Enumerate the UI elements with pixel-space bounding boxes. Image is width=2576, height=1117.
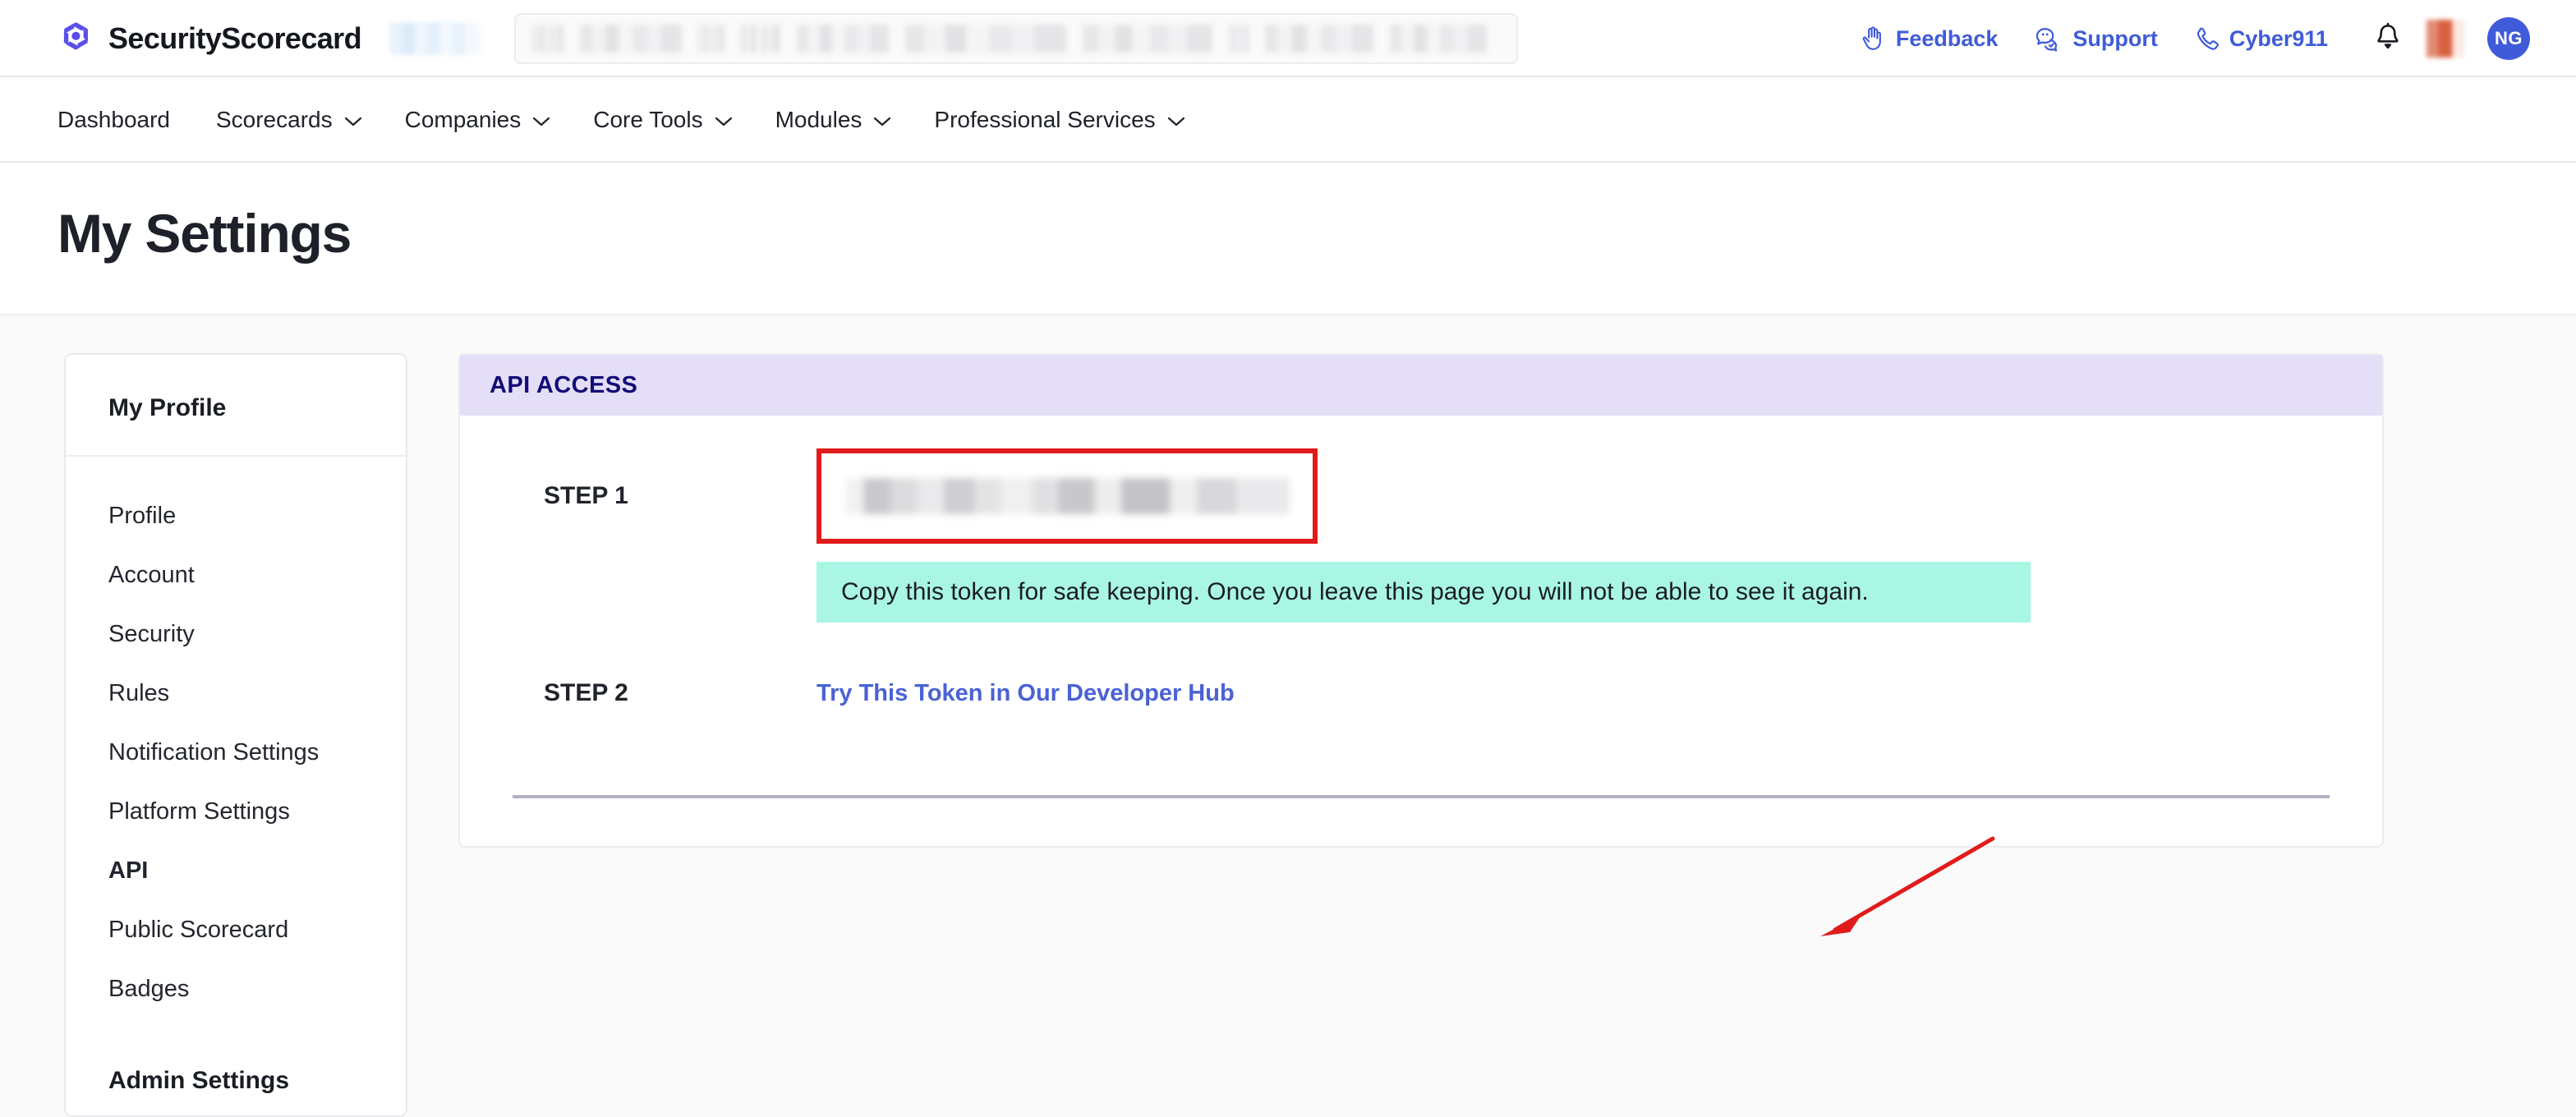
search-redacted-segment <box>579 25 682 53</box>
chevron-down-icon <box>873 107 891 133</box>
sidebar-group-label: Admin Settings <box>108 1067 290 1094</box>
sidebar-heading: My Profile <box>108 394 227 421</box>
header-actions: Feedback Support Cyber911 NG <box>1842 17 2530 60</box>
step-2-field: Try This Token in Our Developer Hub <box>816 680 2382 707</box>
sidebar-item-account[interactable]: Account <box>66 545 406 604</box>
sidebar-group-admin-settings[interactable]: Admin Settings <box>66 1051 406 1110</box>
sidebar-item-label: Public Scorecard <box>108 916 289 943</box>
nav-item-dashboard[interactable]: Dashboard <box>58 77 195 163</box>
page-header: My Settings <box>0 163 2576 315</box>
support-button[interactable]: Support <box>2016 25 2175 52</box>
sidebar-menu: Profile Account Security Rules Notificat… <box>66 457 406 1110</box>
api-access-body: STEP 1 Copy this token for safe keeping.… <box>460 416 2382 846</box>
step-2-label: STEP 2 <box>544 679 628 706</box>
sidebar-header: My Profile <box>66 355 406 457</box>
sidebar-item-profile[interactable]: Profile <box>66 486 406 545</box>
nav-item-professional-services[interactable]: Professional Services <box>913 77 1206 163</box>
sidebar-item-platform-settings[interactable]: Platform Settings <box>66 782 406 841</box>
chevron-down-icon <box>344 107 362 133</box>
main-navigation: Dashboard Scorecards Companies Core Tool… <box>0 77 2576 163</box>
nav-item-modules[interactable]: Modules <box>754 77 913 163</box>
step-2-row: STEP 2 Try This Token in Our Developer H… <box>460 654 2382 733</box>
token-warning-text: Copy this token for safe keeping. Once y… <box>841 578 1869 605</box>
cyber911-button[interactable]: Cyber911 <box>2176 25 2346 52</box>
nav-item-label: Dashboard <box>58 107 170 132</box>
sidebar-item-badges[interactable]: Badges <box>66 959 406 1018</box>
search-redacted-segment <box>904 25 1066 53</box>
sidebar-item-label: Account <box>108 561 195 588</box>
sidebar-item-security[interactable]: Security <box>66 604 406 664</box>
securityscorecard-logo-icon <box>58 20 95 57</box>
sidebar-item-label: Profile <box>108 502 177 529</box>
top-header-bar: SecurityScorecard Feedback Support Cyber… <box>0 0 2576 77</box>
hand-raised-icon <box>1861 25 1885 52</box>
token-warning-callout: Copy this token for safe keeping. Once y… <box>816 562 2031 623</box>
nav-item-scorecards[interactable]: Scorecards <box>195 77 384 163</box>
chevron-down-icon <box>532 107 550 133</box>
sidebar-item-label: Security <box>108 620 195 647</box>
page-content: My Profile Profile Account Security Rule… <box>0 315 2576 1117</box>
settings-sidebar: My Profile Profile Account Security Rule… <box>64 353 407 1117</box>
avatar[interactable]: NG <box>2487 17 2530 60</box>
phone-icon <box>2194 25 2219 52</box>
api-token-highlight-box[interactable] <box>816 448 1318 544</box>
status-badge-redacted <box>2426 20 2464 57</box>
sidebar-item-label: Platform Settings <box>108 798 290 825</box>
search-redacted-segment <box>796 25 889 53</box>
search-redacted-segment <box>1264 25 1373 53</box>
sidebar-item-label: API <box>108 857 149 884</box>
api-access-title: API ACCESS <box>490 371 638 398</box>
nav-item-label: Modules <box>775 107 862 132</box>
api-access-card-header: API ACCESS <box>460 355 2382 416</box>
api-access-card: API ACCESS STEP 1 Copy this token for sa… <box>458 353 2384 936</box>
sidebar-item-rules[interactable]: Rules <box>66 664 406 723</box>
chevron-down-icon <box>1167 107 1185 133</box>
card-footer-space <box>460 798 2382 846</box>
sidebar-item-label: Badges <box>108 975 190 1002</box>
search-redacted-segment <box>531 25 564 53</box>
search-redacted-segment <box>697 25 724 53</box>
bell-icon <box>2374 22 2402 56</box>
feedback-button[interactable]: Feedback <box>1842 25 2017 52</box>
notifications-button[interactable] <box>2346 22 2418 56</box>
search-redacted-segment <box>1228 25 1249 53</box>
sidebar-item-label: Notification Settings <box>108 738 320 765</box>
sidebar-item-notification-settings[interactable]: Notification Settings <box>66 723 406 782</box>
developer-hub-link[interactable]: Try This Token in Our Developer Hub <box>816 680 1235 706</box>
red-annotation-arrow <box>1810 834 1999 945</box>
main-column: API ACCESS STEP 1 Copy this token for sa… <box>458 353 2576 936</box>
nav-item-core-tools[interactable]: Core Tools <box>572 77 753 163</box>
sidebar-item-label: Rules <box>108 679 170 706</box>
search-input[interactable] <box>513 13 1518 64</box>
nav-item-companies[interactable]: Companies <box>384 77 573 163</box>
api-token-value-redacted[interactable] <box>846 478 1290 514</box>
nav-item-label: Companies <box>404 107 522 132</box>
page-title: My Settings <box>58 203 352 264</box>
brand[interactable]: SecurityScorecard <box>58 20 362 57</box>
sidebar-item-public-scorecard[interactable]: Public Scorecard <box>66 900 406 959</box>
search-redacted-segment <box>1082 25 1212 53</box>
feedback-label: Feedback <box>1895 25 1999 51</box>
nav-item-label: Professional Services <box>934 107 1156 132</box>
step-1-field <box>816 448 2382 544</box>
step-1-row: STEP 1 <box>460 448 2382 544</box>
chevron-down-icon <box>715 107 733 133</box>
step-1-label: STEP 1 <box>544 482 628 509</box>
brand-name: SecurityScorecard <box>108 21 362 55</box>
support-label: Support <box>2072 25 2158 51</box>
search-redacted-segment <box>1389 25 1487 53</box>
search-redacted-segment <box>740 25 780 53</box>
cyber911-label: Cyber911 <box>2229 25 2328 51</box>
account-switcher-redacted[interactable] <box>389 22 480 55</box>
sidebar-item-api[interactable]: API <box>66 841 406 900</box>
chat-bubble-check-icon <box>2034 25 2062 52</box>
nav-item-label: Scorecards <box>215 107 333 132</box>
nav-item-label: Core Tools <box>593 107 703 132</box>
